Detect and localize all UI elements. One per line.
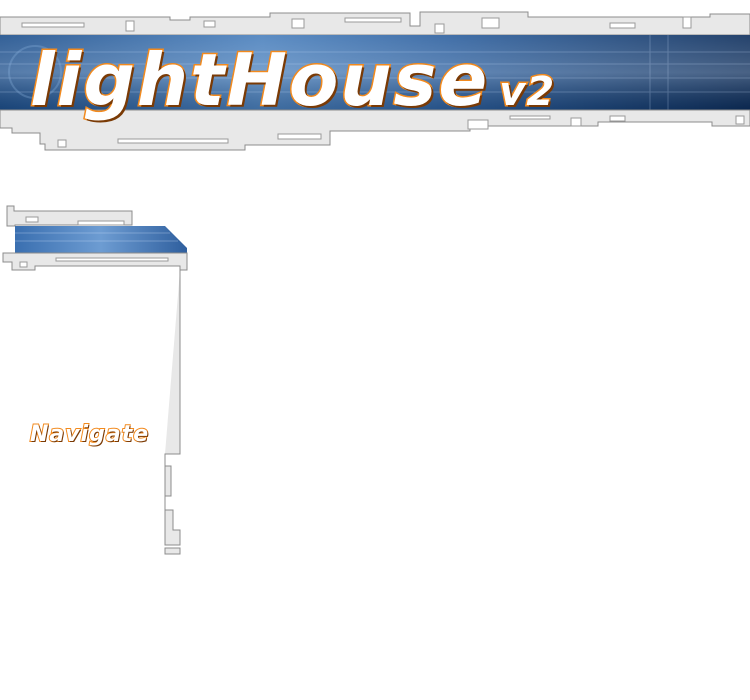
logo-text: lightHouse: [28, 37, 490, 124]
navigate-frame: [2, 205, 188, 555]
navigate-title: Navigate: [29, 421, 150, 448]
navigate-panel: Navigate: [0, 200, 200, 560]
site-logo[interactable]: lightHouse v2: [28, 37, 556, 138]
logo-version: v2: [498, 68, 556, 117]
site-header: lightHouse v2: [0, 0, 750, 160]
